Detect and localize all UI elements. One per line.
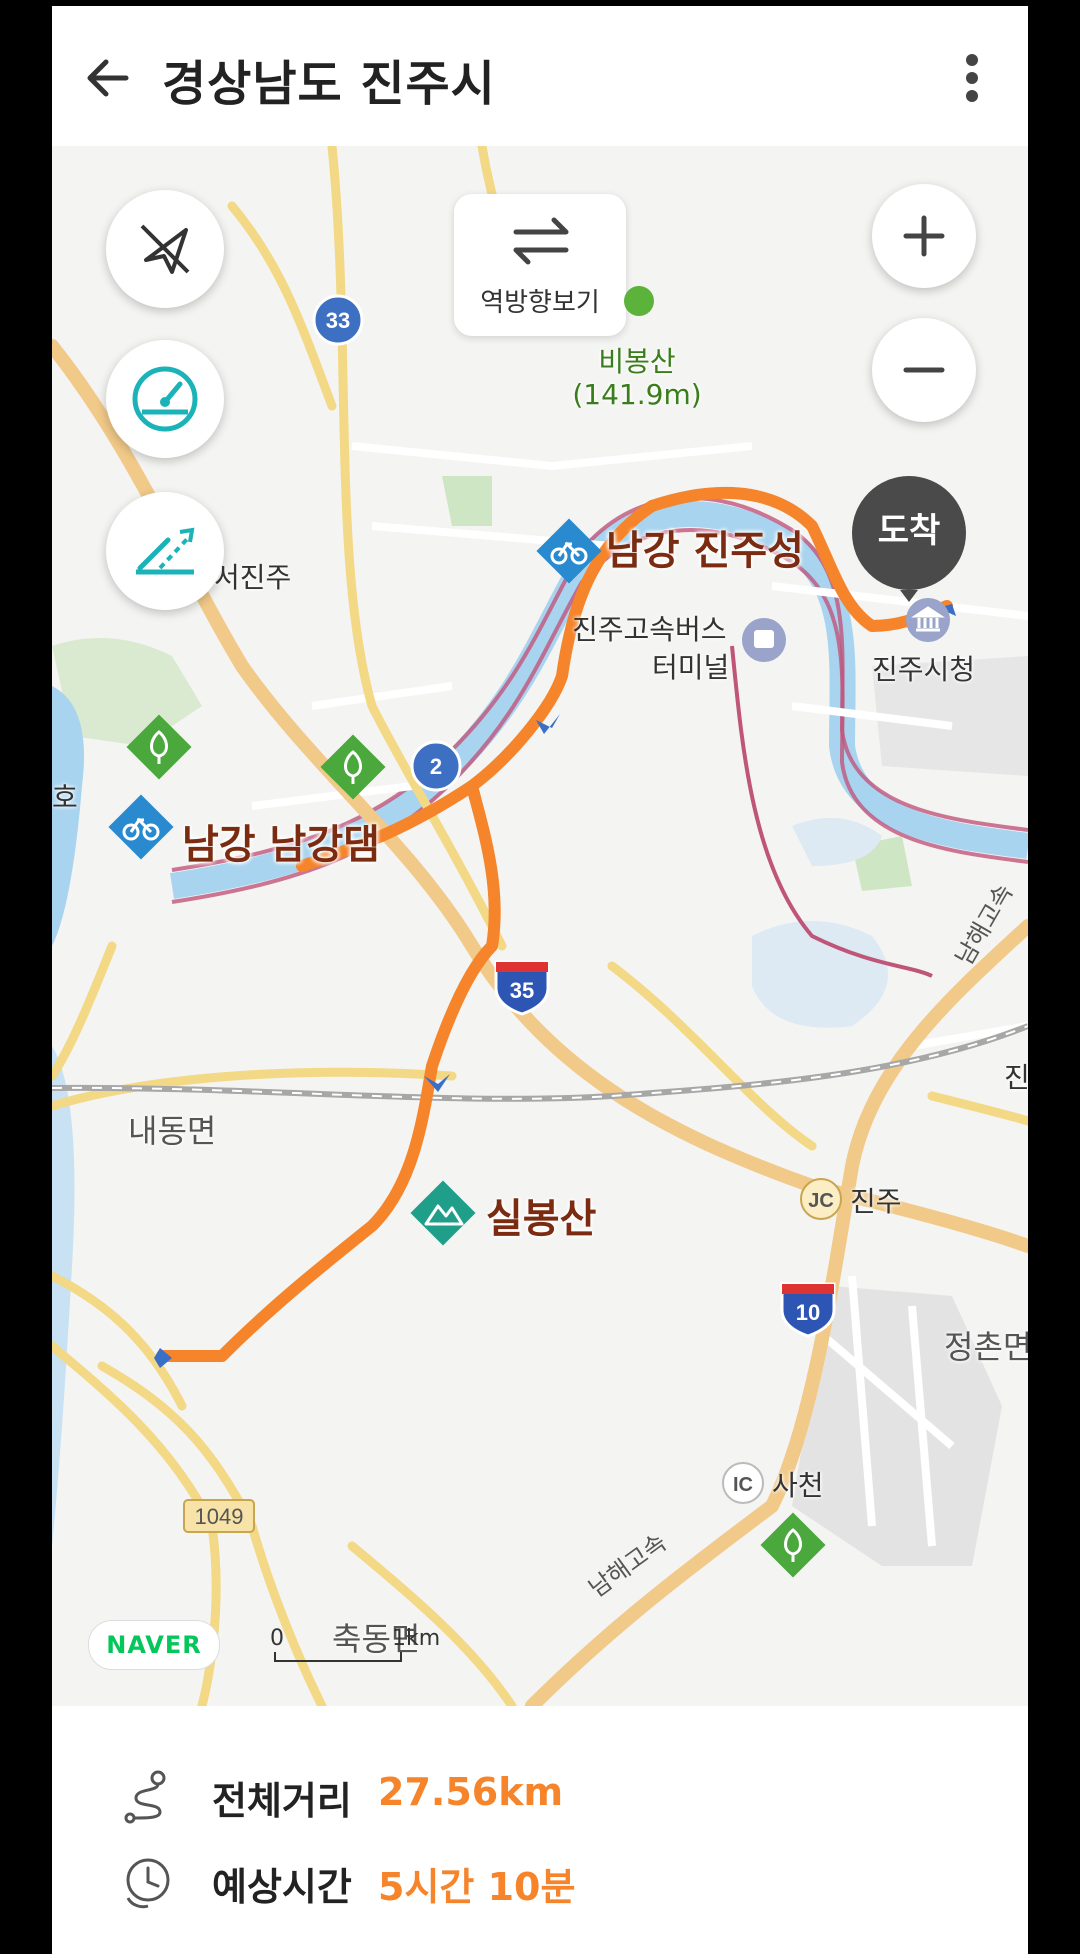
poi-nangang-jinjuseong[interactable]: 남강 진주성 xyxy=(606,518,804,576)
route-settings-button[interactable] xyxy=(106,190,224,308)
poi-bibongsan-height: (141.9m) xyxy=(572,378,702,411)
route-summary: 전체거리 27.56km 예상시간 5시간 10분 xyxy=(52,1706,1028,1954)
bicycle-icon xyxy=(536,518,602,584)
park-icon xyxy=(320,734,386,800)
zoom-out-button[interactable] xyxy=(872,318,976,422)
more-vertical-icon xyxy=(966,54,978,102)
route-2-badge: 2 xyxy=(410,740,462,792)
time-row: 예상시간 5시간 10분 xyxy=(118,1852,575,1912)
page-title: 경상남도 진주시 xyxy=(162,56,496,112)
mountain-icon xyxy=(410,1180,476,1246)
jc-badge: JC xyxy=(800,1178,842,1220)
poi-bus-terminal-line2: 터미널 xyxy=(652,651,730,684)
place-jinju-jc: 진주 xyxy=(850,1185,902,1218)
time-label: 예상시간 xyxy=(212,1865,352,1909)
more-options-button[interactable] xyxy=(952,42,992,114)
plus-icon xyxy=(903,215,945,257)
svg-text:IC: IC xyxy=(733,1474,753,1496)
poi-bibongsan[interactable]: 비봉산 xyxy=(552,340,722,380)
svg-text:10: 10 xyxy=(796,1300,820,1325)
ic-badge: IC xyxy=(722,1462,764,1504)
speed-button[interactable] xyxy=(106,340,224,458)
svg-text:JC: JC xyxy=(808,1190,834,1212)
destination-marker[interactable]: 도착 xyxy=(852,476,966,590)
distance-label: 전체거리 xyxy=(212,1779,352,1823)
scale-bar xyxy=(274,1652,402,1662)
place-naedong: 내동면 xyxy=(128,1112,217,1150)
route-distance-icon xyxy=(124,1770,166,1824)
bus-icon xyxy=(742,618,786,662)
poi-nangang-dam[interactable]: 남강 남강댐 xyxy=(182,812,380,870)
back-button[interactable] xyxy=(72,42,144,114)
distance-row: 전체거리 27.56km xyxy=(118,1766,563,1826)
route-33-badge: 33 xyxy=(312,294,364,346)
expressway-10-badge: 10 xyxy=(780,1282,836,1338)
place-jin-edge: 진 xyxy=(1004,1061,1028,1094)
place-ho: 호 xyxy=(52,781,78,814)
elevation-icon xyxy=(136,527,195,575)
top-app-bar: 경상남도 진주시 xyxy=(52,6,1028,146)
zoom-in-button[interactable] xyxy=(872,184,976,288)
swap-arrows-icon xyxy=(513,217,569,265)
time-value: 5시간 10분 xyxy=(378,1865,576,1909)
park-icon xyxy=(760,1512,826,1578)
svg-text:1049: 1049 xyxy=(195,1504,244,1529)
arrow-left-icon xyxy=(87,59,129,97)
place-jeongchon: 정촌면 xyxy=(944,1328,1028,1366)
mountain-peak-icon xyxy=(624,286,654,316)
scale-start: 0 xyxy=(270,1626,284,1651)
minus-icon xyxy=(903,367,945,373)
bicycle-icon xyxy=(108,794,174,860)
elevation-button[interactable] xyxy=(106,492,224,610)
scale-end: 1km xyxy=(392,1626,441,1651)
reverse-direction-label: 역방향보기 xyxy=(480,288,600,318)
route-map[interactable]: 역방향보기 도착 남강 진주성 남강 남강댐 실봉산 비봉산 (141.9m) … xyxy=(52,146,1028,1706)
distance-value: 27.56km xyxy=(378,1770,564,1814)
poi-city-hall[interactable]: 진주시청 xyxy=(872,648,975,688)
place-sacheon-ic: 사천 xyxy=(772,1469,824,1502)
app-frame: 경상남도 진주시 역방향보기 도착 남강 진주성 남강 남강댐 실봉산 비봉산 … xyxy=(52,6,1028,1954)
navigation-off-icon xyxy=(140,224,190,274)
government-building-icon xyxy=(906,598,950,642)
poi-silbongsan[interactable]: 실봉산 xyxy=(486,1186,596,1244)
poi-bus-terminal-line1[interactable]: 진주고속버스 xyxy=(572,608,727,648)
svg-text:35: 35 xyxy=(510,978,534,1003)
svg-text:33: 33 xyxy=(326,308,350,333)
clock-icon xyxy=(126,1858,170,1909)
speedometer-icon xyxy=(132,366,198,432)
park-icon xyxy=(126,714,192,780)
expressway-35-badge: 35 xyxy=(494,960,550,1016)
route-1049-badge: 1049 xyxy=(183,1499,255,1533)
naver-logo: NAVER xyxy=(88,1620,220,1670)
reverse-direction-button[interactable]: 역방향보기 xyxy=(454,194,626,336)
place-seojinju: 서진주 xyxy=(214,561,292,594)
svg-text:2: 2 xyxy=(430,754,442,779)
